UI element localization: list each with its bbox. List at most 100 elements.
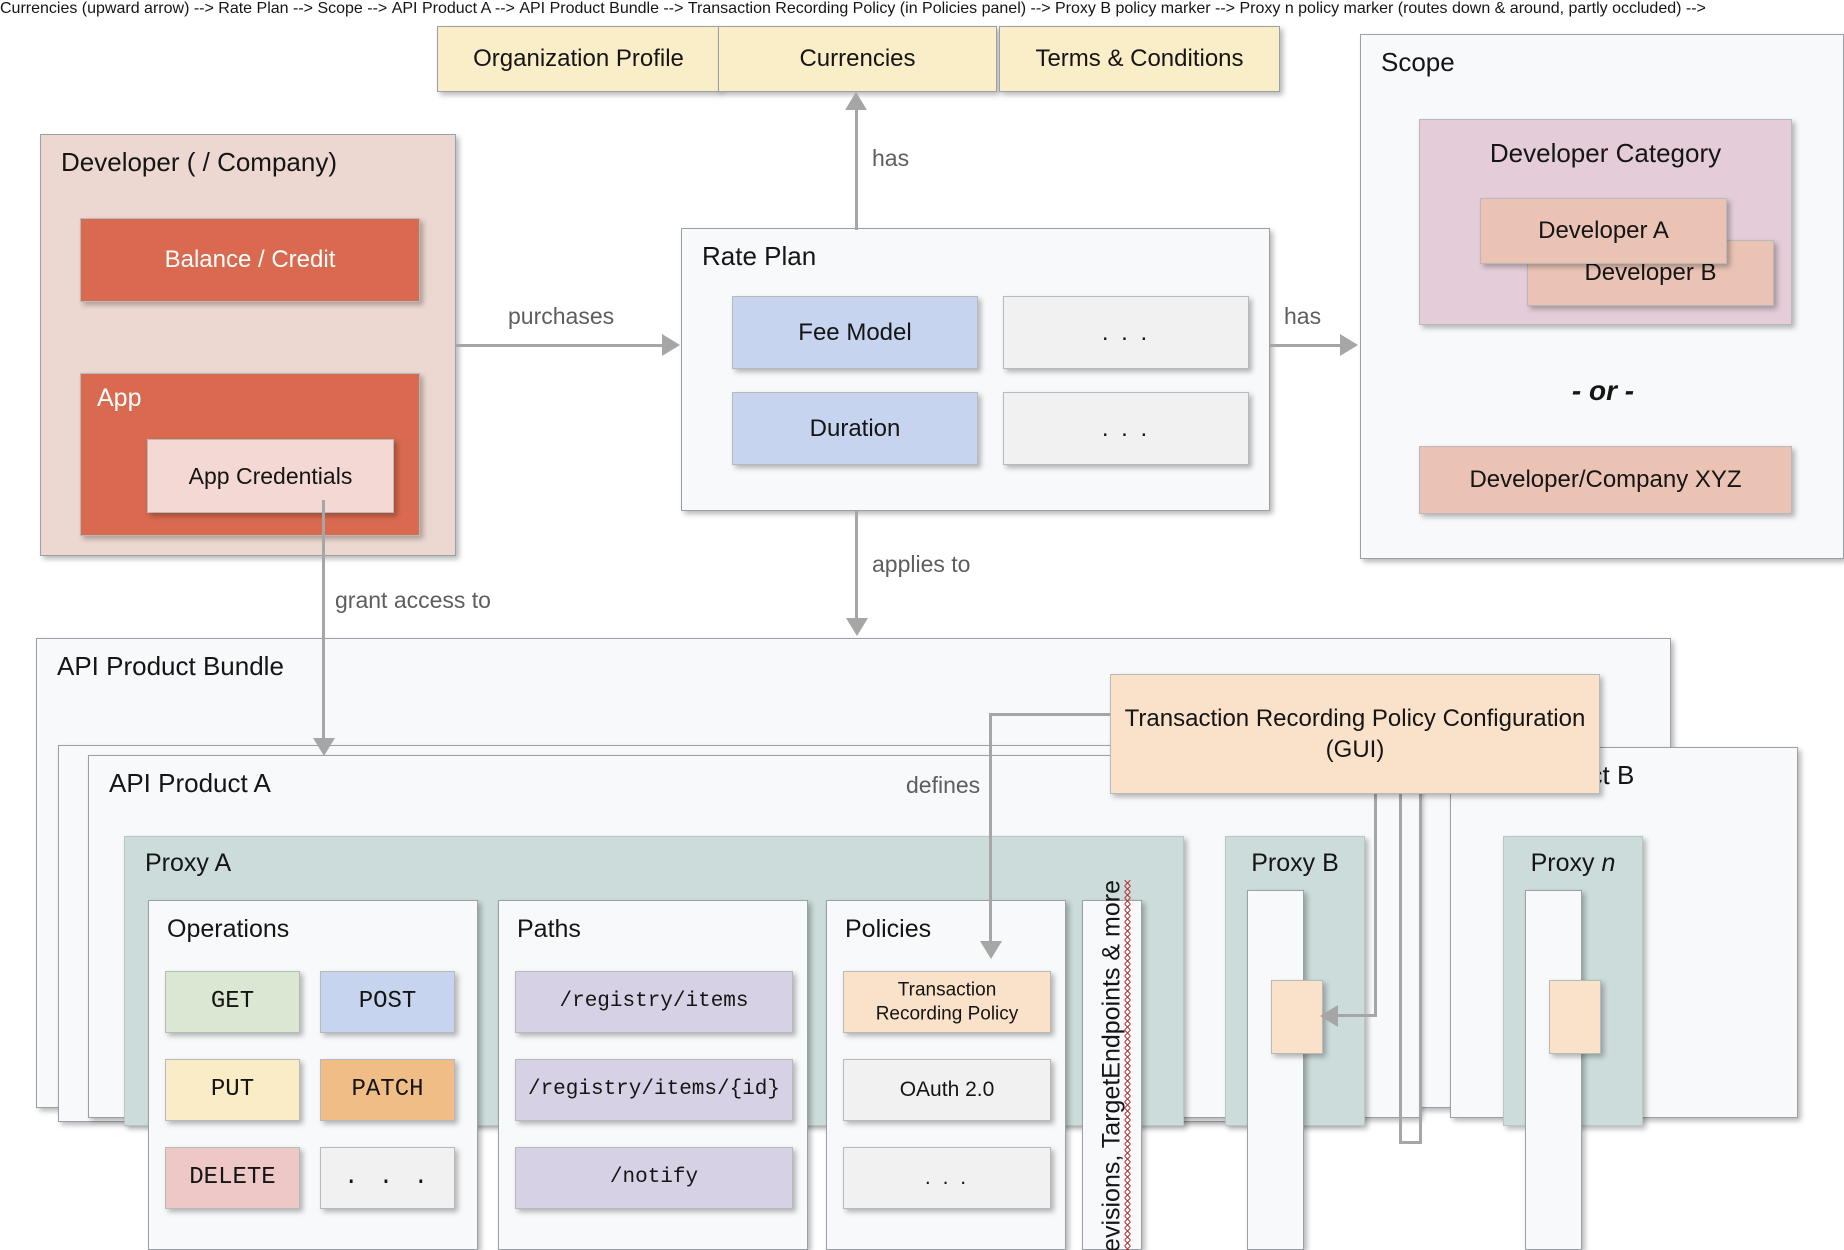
policy-config-line1: Transaction Recording Policy Configurati…	[1124, 704, 1586, 732]
edge-config-to-proxyb-arrowhead	[1320, 1005, 1338, 1027]
edge-config-to-proxyn-v2	[1419, 794, 1422, 1144]
balance-credit-box[interactable]: Balance / Credit	[80, 218, 420, 302]
rate-plan-extra-1-label: . . .	[1101, 318, 1151, 346]
proxy-b-title: Proxy B	[1251, 849, 1339, 877]
policies-panel: Policies Transaction Recording Policy OA…	[826, 900, 1066, 1250]
proxy-a-title: Proxy A	[145, 849, 232, 877]
revisions-label: Revisions, TargetEndpoints & more	[1097, 879, 1131, 1250]
developer-company-container: Developer ( / Company) Balance / Credit …	[40, 134, 456, 556]
card-organization-profile-label: Organization Profile	[473, 45, 684, 73]
edge-config-to-proxyn-h	[1399, 1141, 1422, 1144]
developer-company-xyz-label: Developer/Company XYZ	[1469, 466, 1742, 494]
policies-title: Policies	[845, 915, 932, 943]
card-organization-profile[interactable]: Organization Profile	[437, 26, 720, 92]
rate-plan-container: Rate Plan Fee Model . . . Duration . . .	[681, 228, 1270, 511]
rate-plan-extra-2-label: . . .	[1101, 414, 1151, 442]
card-currencies-label: Currencies	[799, 45, 916, 73]
edge-label-purchases: purchases	[508, 303, 615, 329]
diagram-canvas: Organization Profile Currencies Terms & …	[0, 0, 1844, 1250]
revisions-panel: Revisions, TargetEndpoints & more	[1082, 879, 1142, 1250]
edge-developer-to-rateplan-arrowhead	[662, 334, 680, 356]
app-title: App	[97, 384, 142, 412]
edge-rateplan-to-currencies	[855, 110, 858, 230]
edge-rateplan-to-bundle-arrowhead	[846, 618, 868, 636]
policy-transaction-recording-line2: Recording Policy	[875, 1003, 1019, 1024]
operation-patch[interactable]: PATCH	[320, 1059, 455, 1121]
proxy-n-title: Proxy n	[1504, 849, 1642, 878]
edge-label-defines: defines	[906, 772, 981, 798]
rate-plan-extra-2[interactable]: . . .	[1003, 392, 1249, 465]
proxy-n-label: Proxy n	[1530, 849, 1616, 877]
operation-get[interactable]: GET	[165, 971, 300, 1033]
edge-config-to-proxyn-v1	[1399, 794, 1402, 1144]
proxy-b-flow-column	[1247, 890, 1304, 1250]
edge-config-to-policy-h	[989, 713, 1112, 716]
paths-panel: Paths /registry/items /registry/items/{i…	[498, 900, 808, 1250]
edge-label-has-currencies: has	[872, 145, 910, 171]
balance-credit-label: Balance / Credit	[164, 246, 336, 274]
duration-label: Duration	[809, 414, 901, 442]
rate-plan-title: Rate Plan	[702, 241, 817, 271]
scope-title: Scope	[1381, 47, 1455, 77]
policy-more[interactable]: . . .	[843, 1147, 1051, 1209]
policy-transaction-recording[interactable]: Transaction Recording Policy	[843, 971, 1051, 1033]
operation-delete-label: DELETE	[189, 1164, 276, 1192]
operation-more-label: . . .	[343, 1164, 431, 1192]
operation-post-label: POST	[358, 988, 417, 1016]
fee-model-label: Fee Model	[798, 318, 912, 346]
duration-box[interactable]: Duration	[732, 392, 978, 465]
edge-rateplan-to-bundle	[855, 511, 858, 618]
developer-a-label: Developer A	[1538, 217, 1669, 245]
edge-developer-to-rateplan	[456, 344, 662, 347]
paths-title: Paths	[517, 915, 581, 943]
app-box[interactable]: App App Credentials	[80, 373, 420, 536]
edge-config-to-proxyb-v	[1374, 794, 1377, 1016]
transaction-recording-policy-configuration-box[interactable]: Transaction Recording Policy Configurati…	[1110, 674, 1600, 794]
operation-more[interactable]: . . .	[320, 1147, 455, 1209]
developer-company-xyz-box[interactable]: Developer/Company XYZ	[1419, 446, 1792, 514]
developer-a-box[interactable]: Developer A	[1480, 198, 1727, 264]
revisions-label-wrap: Revisions, TargetEndpoints & more	[1097, 879, 1131, 1250]
operation-post[interactable]: POST	[320, 971, 455, 1033]
developer-category-title: Developer Category	[1489, 138, 1722, 168]
operations-panel: Operations GET POST PUT PATCH DELETE . .…	[148, 900, 478, 1250]
path-registry-items-id[interactable]: /registry/items/{id}	[515, 1059, 793, 1121]
operations-title: Operations	[167, 915, 290, 943]
policy-oauth-label: OAuth 2.0	[899, 1077, 995, 1101]
policy-transaction-recording-line1: Transaction	[897, 979, 997, 1001]
edge-label-applies-to: applies to	[872, 551, 971, 577]
api-product-a-title: API Product A	[109, 768, 271, 798]
operation-put[interactable]: PUT	[165, 1059, 300, 1121]
operation-put-label: PUT	[210, 1076, 255, 1104]
operation-patch-label: PATCH	[351, 1076, 424, 1104]
developer-company-title: Developer ( / Company)	[61, 147, 337, 177]
path-registry-items-id-label: /registry/items/{id}	[527, 1077, 781, 1101]
fee-model-box[interactable]: Fee Model	[732, 296, 978, 369]
card-terms-and-conditions[interactable]: Terms & Conditions	[999, 26, 1280, 92]
rate-plan-extra-1[interactable]: . . .	[1003, 296, 1249, 369]
policy-more-label: . . .	[924, 1165, 970, 1189]
operation-get-label: GET	[210, 988, 255, 1016]
policy-config-line2: (GUI)	[1325, 736, 1385, 763]
edge-config-to-policy-v	[989, 713, 992, 941]
edge-label-has-scope: has	[1284, 303, 1322, 329]
edge-appcred-to-productA	[322, 500, 325, 738]
scope-or-label: - or -	[1571, 375, 1635, 406]
scope-container: Scope Developer Category Developer B Dev…	[1360, 34, 1844, 559]
path-notify[interactable]: /notify	[515, 1147, 793, 1209]
proxy-n-policy-marker[interactable]	[1549, 980, 1601, 1054]
card-currencies[interactable]: Currencies	[718, 26, 997, 92]
operation-delete[interactable]: DELETE	[165, 1147, 300, 1209]
edge-config-to-policy-arrowhead	[980, 941, 1002, 959]
edge-appcred-to-productA-arrowhead	[313, 738, 335, 756]
policy-oauth[interactable]: OAuth 2.0	[843, 1059, 1051, 1121]
path-registry-items[interactable]: /registry/items	[515, 971, 793, 1033]
card-terms-and-conditions-label: Terms & Conditions	[1035, 45, 1244, 73]
app-credentials-label: App Credentials	[188, 462, 353, 489]
app-credentials-box[interactable]: App Credentials	[147, 439, 394, 513]
edge-config-to-proxyb-h	[1336, 1014, 1377, 1017]
edge-label-grant-access-to: grant access to	[335, 587, 491, 613]
proxy-b-policy-marker[interactable]	[1271, 980, 1323, 1054]
proxy-n-flow-column	[1525, 890, 1582, 1250]
edge-rateplan-to-scope	[1270, 344, 1340, 347]
